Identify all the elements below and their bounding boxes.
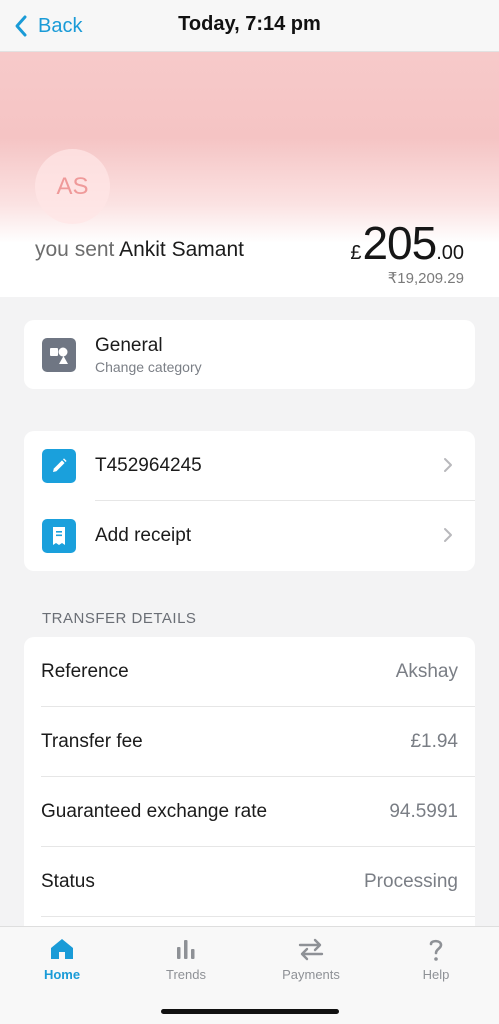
tab-label: Help — [422, 967, 450, 982]
tab-label: Trends — [166, 967, 206, 982]
transaction-header: AS you sent Ankit Samant £ 205 .00 ₹19,2… — [0, 52, 499, 297]
detail-row-transfer-fee: Transfer fee £1.94 — [24, 707, 475, 777]
detail-value: £1.94 — [410, 731, 458, 752]
change-category-row[interactable]: General Change category — [24, 320, 475, 389]
sent-amount: £ 205 .00 — [350, 216, 464, 270]
detail-key: Guaranteed exchange rate — [41, 801, 268, 822]
detail-row-status: Status Processing — [24, 847, 475, 917]
converted-amount: ₹19,209.29 — [387, 270, 464, 287]
home-indicator — [161, 1009, 339, 1014]
home-icon — [51, 939, 73, 959]
chevron-right-icon — [444, 528, 452, 542]
tab-home[interactable]: Home — [0, 935, 124, 982]
question-icon — [429, 939, 443, 961]
transfer-details-card: Reference Akshay Transfer fee £1.94 Guar… — [24, 637, 475, 937]
note-row[interactable]: T452964245 — [24, 431, 475, 501]
category-title: General — [95, 334, 163, 356]
currency-symbol: £ — [350, 242, 362, 264]
tab-help[interactable]: Help — [374, 935, 498, 982]
add-receipt-label: Add receipt — [95, 525, 192, 546]
transaction-detail-screen: Back Today, 7:14 pm AS you sent Ankit Sa… — [0, 0, 499, 1024]
detail-value: Akshay — [395, 661, 458, 682]
detail-key: Reference — [41, 661, 129, 682]
sent-prefix: you sent — [35, 238, 115, 261]
recipient-name: Ankit Samant — [119, 238, 244, 261]
tab-label: Home — [43, 967, 81, 982]
detail-row-exchange-rate: Guaranteed exchange rate 94.5991 — [24, 777, 475, 847]
sent-description: you sent Ankit Samant — [35, 238, 244, 262]
navigation-bar: Back Today, 7:14 pm — [0, 0, 499, 52]
actions-card: T452964245 Add receipt — [24, 431, 475, 571]
bar-chart-icon — [177, 940, 195, 959]
detail-row-reference: Reference Akshay — [24, 637, 475, 707]
detail-value: 94.5991 — [389, 801, 458, 822]
receipt-icon — [42, 519, 76, 553]
tab-trends[interactable]: Trends — [124, 935, 248, 982]
amount-decimal: .00 — [436, 242, 464, 264]
detail-key: Transfer fee — [41, 731, 143, 752]
chevron-right-icon — [444, 458, 452, 472]
add-receipt-row[interactable]: Add receipt — [24, 501, 475, 571]
tab-label: Payments — [282, 967, 340, 982]
note-label: T452964245 — [95, 455, 202, 476]
category-shapes-icon — [42, 337, 76, 372]
amount-main: 205 — [362, 217, 437, 269]
detail-value: Processing — [364, 871, 458, 892]
transfer-details-heading: TRANSFER DETAILS — [42, 610, 197, 627]
transfer-arrows-icon — [298, 938, 324, 961]
pencil-icon — [42, 449, 76, 483]
category-card: General Change category — [24, 320, 475, 389]
row-divider — [41, 916, 475, 917]
page-title: Today, 7:14 pm — [178, 13, 321, 35]
avatar: AS — [35, 149, 110, 224]
tab-payments[interactable]: Payments — [249, 935, 373, 982]
detail-key: Status — [41, 871, 95, 892]
category-subtitle: Change category — [95, 358, 202, 375]
